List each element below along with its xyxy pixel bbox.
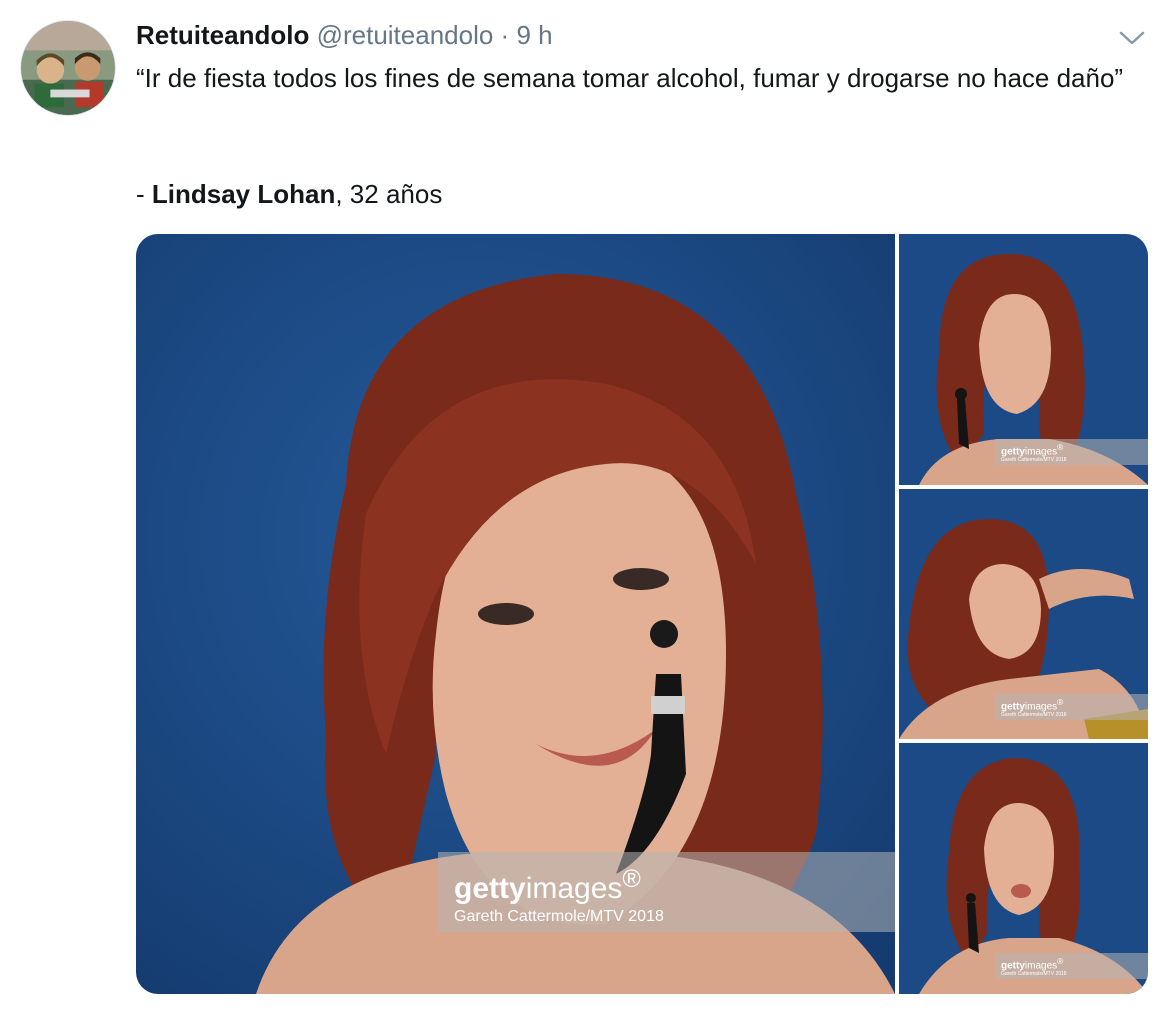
media-grid: gettyimages® Gareth Cattermole/MTV 2018 …: [136, 234, 1148, 994]
timestamp[interactable]: 9 h: [516, 20, 552, 50]
watermark: gettyimages® Gareth Cattermole/MTV 2018: [995, 694, 1148, 720]
media-photo-3[interactable]: gettyimages® Gareth Cattermole/MTV 2018: [899, 489, 1148, 739]
watermark: gettyimages® Gareth Cattermole/MTV 2018: [995, 439, 1148, 465]
watermark: gettyimages® Gareth Cattermole/MTV 2018: [438, 852, 895, 932]
tweet: Retuiteandolo @retuiteandolo · 9 h “Ir d…: [0, 0, 1168, 1012]
author-name[interactable]: Retuiteandolo: [136, 20, 309, 50]
more-options-button[interactable]: [1116, 24, 1148, 52]
watermark-credit: Gareth Cattermole/MTV 2018: [1001, 712, 1067, 719]
watermark-credit: Gareth Cattermole/MTV 2018: [1001, 971, 1067, 978]
watermark-credit: Gareth Cattermole/MTV 2018: [1001, 457, 1067, 464]
watermark-logo: gettyimages®: [1001, 956, 1064, 972]
media-photo-1[interactable]: gettyimages® Gareth Cattermole/MTV 2018: [136, 234, 895, 994]
watermark-logo: gettyimages®: [1001, 442, 1064, 458]
tweet-text: “Ir de fiesta todos los fines de semana …: [136, 63, 1124, 93]
tweet-header: Retuiteandolo @retuiteandolo · 9 h: [136, 18, 553, 52]
attribution-prefix: -: [136, 179, 152, 209]
avatar-image: [21, 21, 115, 115]
attribution-name: Lindsay Lohan: [151, 179, 336, 209]
avatar[interactable]: [20, 20, 116, 116]
author-handle[interactable]: @retuiteandolo: [317, 20, 494, 50]
watermark-logo: gettyimages®: [454, 865, 641, 905]
media-photo-4[interactable]: gettyimages® Gareth Cattermole/MTV 2018: [899, 743, 1148, 994]
watermark: gettyimages® Gareth Cattermole/MTV 2018: [995, 953, 1148, 979]
separator-dot: ·: [500, 20, 510, 50]
tweet-attribution: - Lindsay Lohan, 32 años: [136, 176, 442, 212]
attribution-suffix: , 32 años: [335, 179, 443, 209]
chevron-down-icon: [1119, 31, 1145, 45]
watermark-credit: Gareth Cattermole/MTV 2018: [454, 908, 664, 925]
media-photo-2[interactable]: gettyimages® Gareth Cattermole/MTV 2018: [899, 234, 1148, 485]
watermark-logo: gettyimages®: [1001, 697, 1064, 713]
